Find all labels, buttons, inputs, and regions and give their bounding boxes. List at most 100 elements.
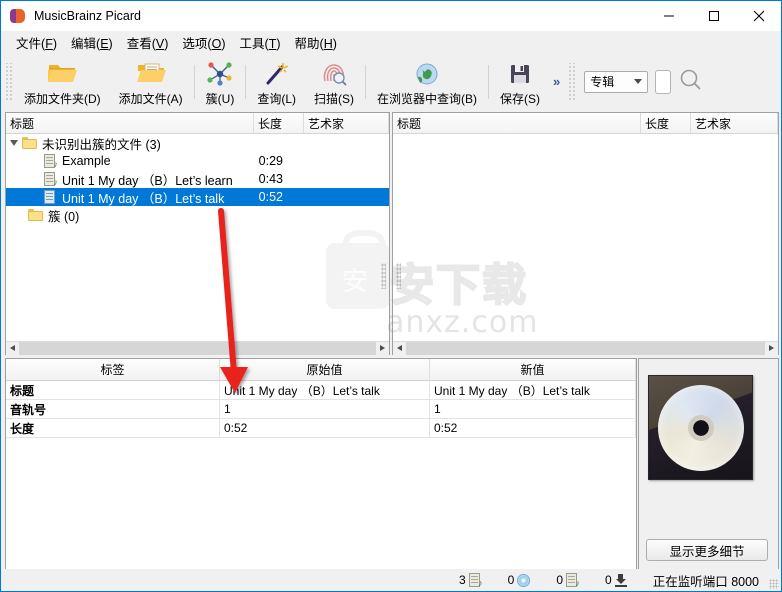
metadata-new-value: 0:52 [430, 419, 636, 437]
metadata-table: 标签 原始值 新值 标题 Unit 1 My day （B）Let’s talk… [5, 358, 637, 571]
cd-disc-cover-icon[interactable] [648, 375, 753, 480]
tree-row-clusters-folder[interactable]: 簇 (0) [6, 206, 389, 224]
toolbar-separator [193, 64, 195, 99]
folder-icon [28, 209, 43, 221]
search-icon[interactable] [678, 67, 704, 96]
cluster-icon [206, 60, 234, 89]
tree-row-title: Example [62, 154, 111, 168]
column-header-artist[interactable]: 艺术家 [691, 113, 778, 133]
status-count-value: 0 [605, 573, 612, 587]
add-file-label: 添加文件(A) [118, 91, 183, 106]
tree-row-length: 0:43 [258, 172, 283, 186]
scroll-right-icon[interactable] [376, 341, 389, 355]
audio-file-icon: ♪ [44, 153, 58, 169]
audio-file-icon [44, 189, 57, 205]
expand-collapse-icon[interactable] [6, 140, 22, 146]
column-header-title[interactable]: 标题 [6, 113, 254, 133]
column-header-length[interactable]: 长度 [641, 113, 691, 133]
title-bar: MusicBrainz Picard [1, 1, 781, 31]
metadata-row-tracknumber[interactable]: 音轨号 1 1 [6, 400, 636, 419]
column-header-tag[interactable]: 标签 [6, 359, 220, 380]
file-folder-icon [136, 60, 166, 89]
add-file-button[interactable]: 添加文件(A) [110, 57, 192, 107]
tree-row-file-lets-talk[interactable]: Unit 1 My day （B）Let’s talk 0:52 [6, 188, 389, 206]
scroll-track[interactable] [19, 341, 376, 355]
magic-wand-icon [263, 60, 291, 89]
file-tree[interactable]: 未识别出簇的文件 (3) ♪ Example 0:29 ♪ Unit 1 My … [6, 134, 389, 341]
menu-bar: 文件(F) 编辑(E) 查看(V) 选项(O) 工具(T) 帮助(H) [1, 31, 781, 54]
right-pane-splitter-grip[interactable] [396, 263, 401, 289]
menu-item-tools[interactable]: 工具(T) [233, 31, 288, 54]
column-header-length[interactable]: 长度 [254, 113, 304, 133]
audio-file-icon: ♪ [566, 572, 580, 588]
status-pending-requests-count: 0 [605, 573, 627, 587]
lookup-button[interactable]: 查询(L) [248, 57, 305, 107]
albums-pane: 标题 长度 艺术家 [392, 112, 779, 355]
scan-button[interactable]: 扫描(S) [305, 57, 363, 107]
lookup-in-browser-label: 在浏览器中查询(B) [377, 91, 478, 106]
metadata-new-value: Unit 1 My day （B）Let’s talk [430, 381, 636, 399]
left-pane-splitter-grip[interactable] [381, 263, 386, 289]
tree-row-length: 0:52 [258, 190, 283, 204]
show-more-details-button[interactable]: 显示更多细节 [646, 539, 768, 561]
column-header-new-value[interactable]: 新值 [430, 359, 636, 380]
tree-row-title: 簇 (0) [48, 209, 80, 224]
toolbar-separator [488, 64, 490, 99]
status-bar: 3 ♪ 0 0 ♪ 0 正在监听端口 8000 [1, 569, 781, 591]
status-pending-files-count: 0 ♪ [556, 572, 580, 588]
search-type-dropdown[interactable]: 专辑 [584, 70, 649, 93]
lookup-in-browser-button[interactable]: 在浏览器中查询(B) [368, 57, 486, 107]
metadata-tag: 长度 [6, 419, 220, 437]
picard-window: MusicBrainz Picard 文件(F) 编辑(E) 查看(V) 选项(… [0, 0, 782, 592]
add-folder-button[interactable]: 添加文件夹(D) [15, 57, 110, 107]
tree-row-file-example[interactable]: ♪ Example 0:29 [6, 152, 389, 170]
save-button[interactable]: 保存(S) [491, 57, 549, 107]
tree-row-unmatched-folder[interactable]: 未识别出簇的文件 (3) [6, 134, 389, 152]
resize-grip-icon[interactable] [769, 579, 779, 589]
picard-logo-icon [10, 8, 26, 24]
column-header-original-value[interactable]: 原始值 [220, 359, 430, 380]
scroll-left-icon[interactable] [6, 341, 19, 355]
tree-row-title: 未识别出簇的文件 (3) [42, 137, 161, 152]
status-albums-count: 0 [508, 573, 531, 587]
search-input[interactable] [655, 69, 672, 94]
metadata-tag: 标题 [6, 381, 220, 399]
tree-row-file-lets-learn[interactable]: ♪ Unit 1 My day （B）Let’s learn 0:43 [6, 170, 389, 188]
column-header-title[interactable]: 标题 [393, 113, 641, 133]
left-pane-horizontal-scrollbar[interactable] [6, 341, 389, 355]
metadata-column-headers: 标签 原始值 新值 [6, 359, 636, 381]
scroll-track[interactable] [406, 341, 765, 355]
scroll-left-icon[interactable] [393, 341, 406, 355]
save-label: 保存(S) [500, 91, 541, 106]
metadata-original-value: Unit 1 My day （B）Let’s talk [220, 381, 430, 399]
tree-row-length: 0:29 [258, 154, 283, 168]
cluster-button[interactable]: 簇(U) [197, 57, 244, 107]
toolbar-overflow-button[interactable]: » [549, 74, 564, 89]
status-count-value: 0 [507, 573, 515, 587]
menu-item-help[interactable]: 帮助(H) [288, 31, 344, 54]
metadata-row-length[interactable]: 长度 0:52 0:52 [6, 419, 636, 438]
status-count-value: 0 [556, 573, 564, 587]
menu-item-view[interactable]: 查看(V) [120, 31, 176, 54]
search-type-value: 专辑 [590, 75, 615, 89]
metadata-row-title[interactable]: 标题 Unit 1 My day （B）Let’s talk Unit 1 My… [6, 381, 636, 400]
album-tree[interactable] [393, 134, 778, 341]
column-header-artist[interactable]: 艺术家 [304, 113, 389, 133]
menu-item-file[interactable]: 文件(F) [9, 31, 64, 54]
lookup-label: 查询(L) [257, 91, 297, 106]
menu-item-options[interactable]: 选项(O) [175, 31, 232, 54]
menu-item-edit[interactable]: 编辑(E) [64, 31, 120, 54]
right-pane-horizontal-scrollbar[interactable] [393, 341, 778, 355]
metadata-tag: 音轨号 [6, 400, 220, 418]
close-icon[interactable] [736, 1, 781, 31]
toolbar-drag-handle[interactable] [4, 62, 13, 101]
maximize-icon[interactable] [691, 1, 736, 31]
toolbar-separator [365, 64, 367, 99]
toolbar: 添加文件夹(D) 添加文件(A) 簇(U) 查询(L) 扫描(S) 在浏览器中查… [1, 54, 781, 109]
minimize-icon[interactable] [646, 1, 691, 31]
search-bar-drag-handle[interactable] [567, 62, 577, 101]
scroll-right-icon[interactable] [765, 341, 778, 355]
folder-icon [22, 137, 37, 149]
metadata-original-value: 0:52 [220, 419, 430, 437]
unmatched-files-pane: 标题 长度 艺术家 未识别出簇的文件 (3) ♪ Example 0:29 ♪ … [5, 112, 390, 355]
